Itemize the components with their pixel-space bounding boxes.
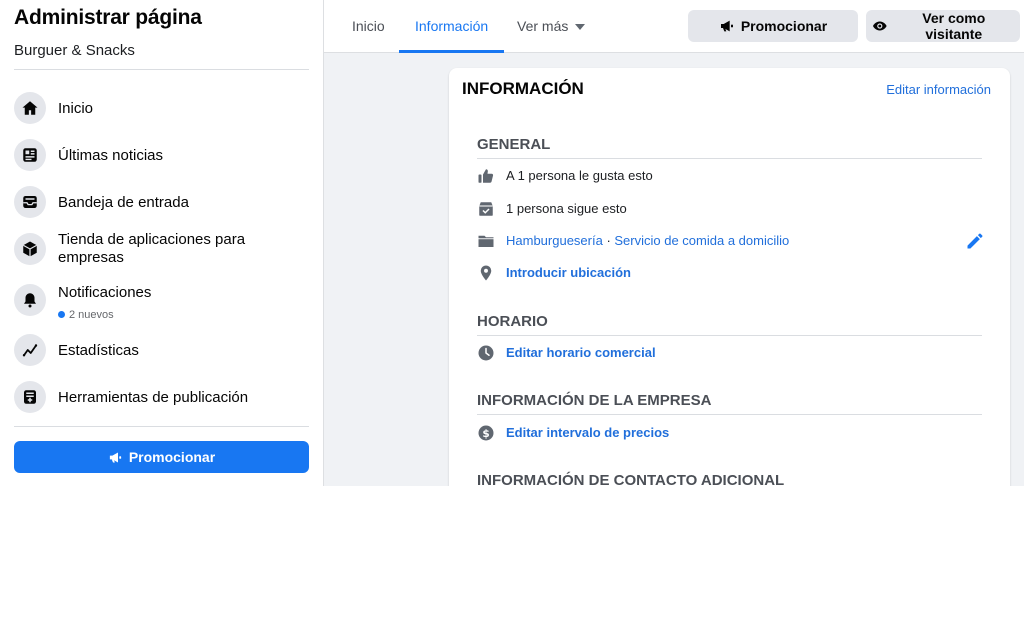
promote-label: Promocionar [128,449,216,465]
news-icon [14,139,46,171]
sidebar-item-estadisticas[interactable]: Estadísticas [14,330,309,370]
sidebar-item-tienda-de-aplicaciones[interactable]: Tienda de aplicaciones para empresas [14,229,309,269]
sidebar-item-label: Últimas noticias [58,147,164,164]
sidebar-item-label: Notificaciones [58,284,152,301]
promote-label: Promocionar [740,18,828,34]
inbox-icon [14,186,46,218]
tab-label: Información [415,18,489,34]
box-icon [14,233,46,265]
sidebar-title: Administrar página [14,6,202,29]
page-name: Burguer & Snacks [14,42,135,59]
caret-down-icon [575,24,586,30]
section-heading-empresa: INFORMACIÓN DE LA EMPRESA [477,392,982,415]
promote-button[interactable]: Promocionar [688,10,858,42]
sidebar-item-inicio[interactable]: Inicio [14,88,309,128]
edit-pencil-icon[interactable] [965,231,985,251]
megaphone-icon [109,452,121,462]
sidebar-item-label: Estadísticas [58,342,139,359]
top-navigation: Inicio Información Ver más Promocionar V… [324,0,1024,53]
category-text: Hamburguesería · Servicio de comida a do… [506,233,789,248]
enter-location-link[interactable]: Introducir ubicación [506,265,631,280]
sidebar-divider [14,426,309,427]
tab-inicio[interactable]: Inicio [352,0,385,52]
follow-icon [477,200,495,218]
view-as-visitor-button[interactable]: Ver como visitante [866,10,1020,42]
sidebar-item-label: Tienda de aplicaciones para empresas [58,231,246,266]
tab-label: Ver más [517,18,569,34]
tab-label: Inicio [352,18,385,34]
category-separator: · [602,233,615,248]
notifications-count: 2 nuevos [58,309,114,321]
sidebar-promote-button[interactable]: Promocionar [14,441,309,473]
sidebar-item-ultimas-noticias[interactable]: Últimas noticias [14,135,309,175]
sidebar-item-label: Bandeja de entrada [58,194,189,211]
tab-ver-mas[interactable]: Ver más [517,0,586,52]
sidebar-item-herramientas-de-publicacion[interactable]: Herramientas de publicación [14,377,309,417]
category-delivery-link[interactable]: Servicio de comida a domicilio [614,233,789,248]
megaphone-icon [720,20,733,32]
edit-hours-link[interactable]: Editar horario comercial [506,345,656,360]
followers-row: 1 persona sigue esto [477,198,985,220]
notifications-count-text: 2 nuevos [69,309,114,321]
category-row: Hamburguesería · Servicio de comida a do… [477,230,985,252]
edit-price-range-link[interactable]: Editar intervalo de precios [506,425,669,440]
bell-icon [14,284,46,316]
location-pin-icon [477,264,495,282]
eye-icon [872,21,887,31]
sidebar-divider [14,69,309,70]
chart-icon [14,334,46,366]
info-card: INFORMACIÓN Editar información GENERAL A… [449,68,1010,486]
app-frame: Administrar página Burguer & Snacks Inic… [0,0,1024,486]
folder-icon [477,232,495,250]
sidebar: Administrar página Burguer & Snacks Inic… [0,0,324,486]
dollar-icon: $ [477,424,495,442]
tab-informacion[interactable]: Información [398,0,505,53]
home-icon [14,92,46,124]
edit-info-link[interactable]: Editar información [886,82,991,97]
location-row[interactable]: Introducir ubicación [477,262,985,284]
sidebar-item-label: Inicio [58,100,94,117]
sidebar-item-label: Herramientas de publicación [58,389,249,406]
category-hamburgueseria-link[interactable]: Hamburguesería [506,233,603,248]
section-heading-horario: HORARIO [477,313,982,336]
hours-row[interactable]: Editar horario comercial [477,342,985,364]
followers-text: 1 persona sigue esto [506,201,627,216]
sidebar-item-notificaciones[interactable]: Notificaciones 2 nuevos [14,280,309,321]
section-heading-general: GENERAL [477,136,982,159]
likes-row: A 1 persona le gusta esto [477,165,985,187]
likes-text: A 1 persona le gusta esto [506,168,653,183]
section-heading-contacto: INFORMACIÓN DE CONTACTO ADICIONAL [477,472,785,486]
sidebar-item-bandeja-de-entrada[interactable]: Bandeja de entrada [14,182,309,222]
card-title: INFORMACIÓN [462,79,584,98]
price-range-row[interactable]: $ Editar intervalo de precios [477,422,985,444]
clock-icon [477,344,495,362]
tools-icon [14,381,46,413]
svg-text:$: $ [482,428,489,440]
view-as-label: Ver como visitante [922,10,986,42]
like-icon [477,167,495,185]
unread-dot [58,311,65,318]
